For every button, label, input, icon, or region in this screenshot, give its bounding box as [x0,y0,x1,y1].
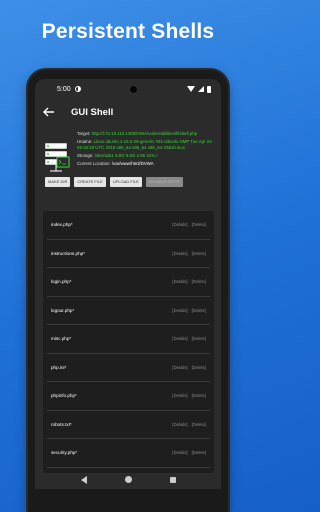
details-link[interactable]: [Details] [172,251,187,256]
delete-link[interactable]: [Delete] [192,393,206,398]
file-name[interactable]: instructions.php* [51,251,85,256]
delete-link[interactable]: [Delete] [192,308,206,313]
details-link[interactable]: [Details] [172,222,187,227]
file-name[interactable]: misc.php* [51,336,71,341]
file-list: index.php* [Details] [Delete] instruction… [43,211,214,473]
app-bar: GUI Shell [35,99,221,125]
file-row[interactable]: phpinfo.php* [Details] [Delete] [47,382,210,411]
details-link[interactable]: [Details] [172,308,187,313]
storage-label: Storage: [77,153,94,158]
file-row[interactable]: index.php* [Details] [Delete] [47,211,210,240]
delete-link[interactable]: [Delete] [192,422,206,427]
target-value: http://172.16.110.130/DVWA/vulnerabiliti… [91,131,198,136]
delete-link[interactable]: [Delete] [192,222,206,227]
storage-value: /dev/sda1 9.9G 9.6G 2.95 41% / [94,153,158,158]
file-row[interactable]: login.php* [Details] [Delete] [47,268,210,297]
status-time: 5:00 [57,85,71,93]
uname-label: Uname: [77,139,93,144]
nav-back-icon[interactable] [80,475,87,484]
make-dir-button[interactable]: MAKE DIR [45,177,71,187]
action-buttons: MAKE DIR CREATE FILE UPLOAD FILE GO BACK… [35,173,221,187]
uname-value: Linux ubuntu 4.15.0-29-generic #31-Ubunt… [77,139,212,150]
delete-link[interactable]: [Delete] [192,279,206,284]
file-row[interactable]: logout.php* [Details] [Delete] [47,297,210,325]
file-name[interactable]: login.php* [51,279,71,284]
file-name[interactable]: phpinfo.php* [51,393,77,398]
upload-file-button[interactable]: UPLOAD FILE [109,177,142,187]
file-row[interactable]: instructions.php* [Details] [Delete] [47,240,210,268]
details-link[interactable]: [Details] [172,422,187,427]
location-label: Current Location: [77,161,111,166]
file-name[interactable]: index.php* [51,222,73,227]
go-back-root-button[interactable]: GO BACK ROOT [145,177,183,187]
notification-icon [74,86,81,92]
file-row[interactable]: security.php* [Details] [Delete] [47,439,210,468]
promo-headline: Persistent Shells [41,20,215,43]
delete-link[interactable]: [Delete] [192,336,206,341]
location-value: /var/www/html/DVWA [111,161,154,166]
target-info: Target: http://172.16.110.130/DVWA/vulne… [35,125,221,173]
file-name[interactable]: logout.php* [51,308,74,313]
back-arrow-icon[interactable] [43,107,57,117]
nav-home-icon[interactable] [124,476,132,483]
server-icon [41,141,71,173]
file-name[interactable]: php.ini* [51,365,66,370]
delete-link[interactable]: [Delete] [192,365,206,370]
system-nav-bar [35,470,221,489]
file-row[interactable]: robots.txt* [Details] [Delete] [47,411,210,439]
app-screen: 5:00 GUI Shell Target: http://172.16.110… [35,79,221,489]
page-title: GUI Shell [71,106,114,118]
details-link[interactable]: [Details] [172,393,187,398]
file-row[interactable]: php.ini* [Details] [Delete] [47,354,210,382]
delete-link[interactable]: [Delete] [192,450,206,455]
details-link[interactable]: [Details] [172,279,187,284]
nav-recents-icon[interactable] [169,476,176,483]
details-link[interactable]: [Details] [172,365,187,370]
status-bar: 5:00 [35,79,221,99]
battery-icon [207,85,211,93]
wifi-icon [187,86,195,92]
signal-icon [198,86,204,92]
file-name[interactable]: security.php* [51,450,77,455]
details-link[interactable]: [Details] [172,450,187,455]
file-name[interactable]: robots.txt* [51,422,72,427]
file-row[interactable]: misc.php* [Details] [Delete] [47,325,210,354]
target-label: Target: [77,131,91,136]
delete-link[interactable]: [Delete] [192,251,206,256]
camera-cutout [129,84,139,94]
details-link[interactable]: [Details] [172,336,187,341]
create-file-button[interactable]: CREATE FILE [74,177,106,187]
